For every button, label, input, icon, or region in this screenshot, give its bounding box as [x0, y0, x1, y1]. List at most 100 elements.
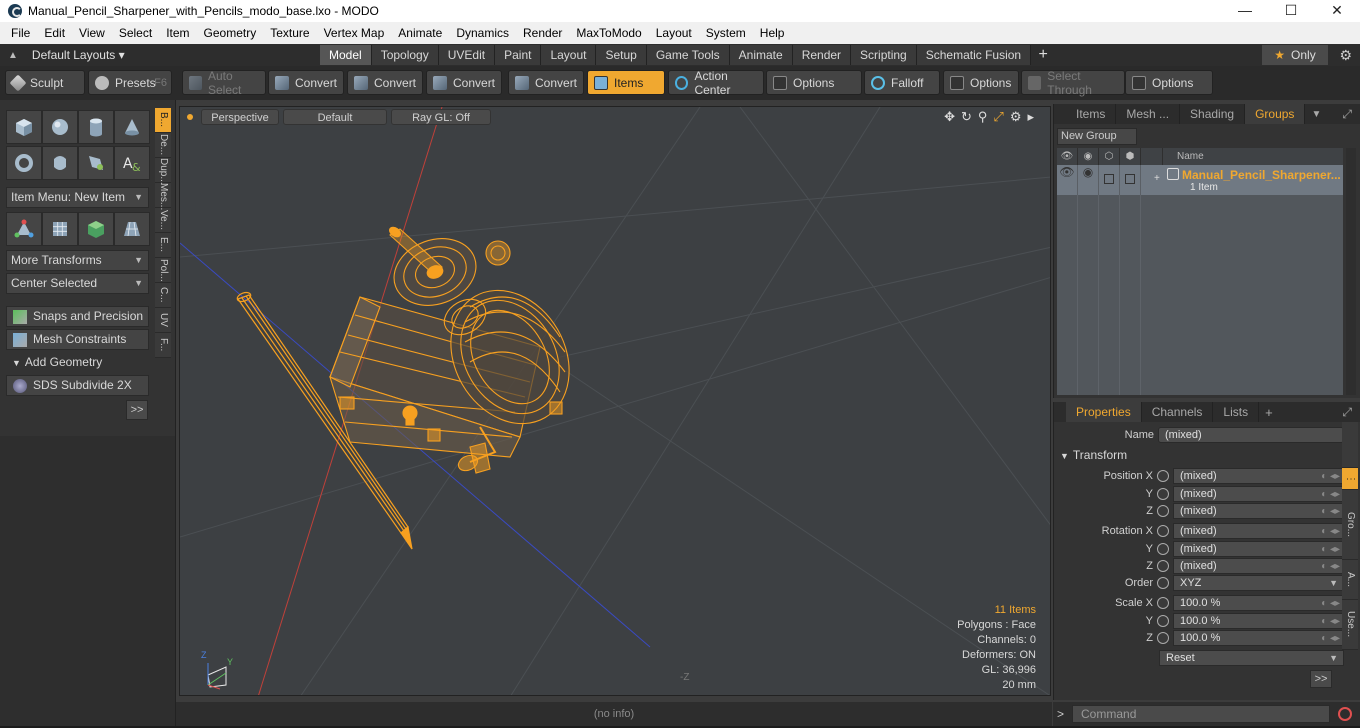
- menu-file[interactable]: File: [4, 26, 37, 40]
- tabs-dropdown-icon[interactable]: ▼: [1311, 109, 1321, 120]
- maximize-button[interactable]: ☐: [1268, 0, 1314, 22]
- animate-key-icon[interactable]: [1157, 542, 1169, 555]
- plane-tool[interactable]: [114, 212, 150, 246]
- groups-scrollbar[interactable]: [1346, 148, 1356, 395]
- tab-paint[interactable]: Paint: [495, 45, 542, 65]
- menu-dynamics[interactable]: Dynamics: [449, 26, 516, 40]
- falloff-options-button[interactable]: Options: [943, 70, 1019, 95]
- menu-edit[interactable]: Edit: [37, 26, 72, 40]
- item-menu-dropdown[interactable]: Item Menu: New Item ▼: [6, 187, 149, 208]
- maximize-viewport-icon[interactable]: ⤢: [993, 109, 1003, 125]
- vtab-curve[interactable]: C...: [155, 283, 171, 308]
- items-mode-button[interactable]: Items: [587, 70, 665, 95]
- animate-key-icon[interactable]: [1157, 487, 1169, 500]
- transform-tool[interactable]: [6, 212, 42, 246]
- cone-tool[interactable]: [114, 110, 150, 144]
- tab-setup[interactable]: Setup: [596, 45, 647, 65]
- close-button[interactable]: ✕: [1314, 0, 1360, 22]
- position-x-field[interactable]: (mixed) ◐ ◂▸: [1173, 467, 1344, 484]
- rotation-x-field[interactable]: (mixed) ◐ ◂▸: [1173, 522, 1344, 539]
- rotate-icon[interactable]: ↻: [961, 109, 972, 125]
- pen-tool[interactable]: [78, 146, 114, 180]
- expand-icon[interactable]: +: [1154, 173, 1160, 184]
- row-select-checkbox[interactable]: [1120, 165, 1141, 195]
- position-y-field[interactable]: (mixed) ◐ ◂▸: [1173, 485, 1344, 502]
- tab-uvedit[interactable]: UVEdit: [438, 45, 496, 65]
- viewport-scene[interactable]: [180, 107, 1051, 696]
- vtab-mesh-edit[interactable]: Mes...: [155, 183, 171, 210]
- menu-maxtomodo[interactable]: MaxToModo: [569, 26, 648, 40]
- select-through-options-button[interactable]: Options: [1125, 70, 1213, 95]
- tab-scripting[interactable]: Scripting: [851, 45, 917, 65]
- tab-model[interactable]: Model: [320, 45, 372, 65]
- expand-panel-icon[interactable]: ⤢: [1342, 107, 1352, 122]
- transform-section[interactable]: ▼ Transform: [1060, 448, 1127, 462]
- vtab-active-marker[interactable]: ⋮: [1342, 468, 1358, 490]
- add-tab-button[interactable]: +: [1031, 45, 1055, 65]
- add-geometry-section[interactable]: ▼ Add Geometry: [6, 352, 149, 372]
- raygl-toggle[interactable]: Ray GL: Off: [391, 109, 491, 125]
- snaps-precision-button[interactable]: Snaps and Precision: [6, 306, 149, 327]
- vtab-user[interactable]: Use...: [1342, 600, 1358, 650]
- tab-groups[interactable]: Groups: [1245, 104, 1306, 124]
- perspective-dropdown[interactable]: Perspective: [201, 109, 279, 125]
- shading-default-dropdown[interactable]: Default: [283, 109, 387, 125]
- tab-mesh[interactable]: Mesh ...: [1116, 104, 1181, 124]
- default-layouts-dropdown[interactable]: ▲ Default Layouts ▾: [0, 48, 320, 62]
- viewport-gear-icon[interactable]: ⚙: [1010, 109, 1022, 125]
- sds-subdivide-button[interactable]: SDS Subdivide 2X: [6, 375, 149, 396]
- animate-key-icon[interactable]: [1157, 614, 1169, 627]
- scale-y-field[interactable]: 100.0 % ◐ ◂▸: [1173, 612, 1344, 629]
- tab-topology[interactable]: Topology: [371, 45, 439, 65]
- sculpt-button[interactable]: Sculpt: [5, 70, 85, 95]
- action-center-options-button[interactable]: Options: [766, 70, 862, 95]
- new-group-button[interactable]: New Group: [1057, 128, 1137, 145]
- viewport-more-icon[interactable]: ▸: [1027, 109, 1034, 125]
- position-z-field[interactable]: (mixed) ◐ ◂▸: [1173, 502, 1344, 519]
- menu-geometry[interactable]: Geometry: [197, 26, 264, 40]
- animate-key-icon[interactable]: [1157, 504, 1169, 517]
- convert-materials-button[interactable]: Convert: [508, 70, 584, 95]
- vtab-uv[interactable]: UV: [155, 308, 171, 333]
- vtab-vertex[interactable]: Ve...: [155, 208, 171, 233]
- animate-key-icon[interactable]: [1157, 559, 1169, 572]
- tab-game-tools[interactable]: Game Tools: [646, 45, 730, 65]
- animate-key-icon[interactable]: [1157, 524, 1169, 537]
- zoom-icon[interactable]: ⚲: [978, 109, 988, 125]
- 3d-viewport[interactable]: Z Y -Z Perspective Default Ray GL: Off ✥…: [179, 106, 1051, 696]
- row-eye-icon[interactable]: 👁: [1057, 165, 1078, 195]
- convert-vertices-button[interactable]: Convert: [268, 70, 344, 95]
- rotation-z-field[interactable]: (mixed) ◐ ◂▸: [1173, 557, 1344, 574]
- expand-panel-icon[interactable]: ⤢: [1342, 405, 1352, 420]
- text-tool[interactable]: A &: [114, 146, 150, 180]
- menu-select[interactable]: Select: [112, 26, 159, 40]
- order-dropdown[interactable]: XYZ ▼: [1173, 574, 1344, 591]
- properties-more-button[interactable]: >>: [1310, 670, 1332, 688]
- collapse-up-icon[interactable]: ▲: [8, 50, 18, 61]
- menu-layout[interactable]: Layout: [649, 26, 699, 40]
- animate-key-icon[interactable]: [1157, 596, 1169, 609]
- command-input[interactable]: Command: [1072, 705, 1331, 723]
- tab-items[interactable]: Items: [1066, 104, 1117, 124]
- vtab-groups[interactable]: Gro...: [1342, 490, 1358, 560]
- mesh-cube-tool[interactable]: [78, 212, 114, 246]
- viewport-menu-dot-icon[interactable]: [187, 114, 193, 120]
- tab-layout[interactable]: Layout: [541, 45, 597, 65]
- grid-tool[interactable]: [42, 212, 78, 246]
- vtab-duplicate[interactable]: Dup...: [155, 158, 171, 185]
- menu-view[interactable]: View: [72, 26, 112, 40]
- gear-icon[interactable]: ⚙: [1339, 45, 1352, 65]
- menu-system[interactable]: System: [699, 26, 753, 40]
- name-field[interactable]: (mixed): [1158, 426, 1344, 443]
- row-lock-checkbox[interactable]: [1099, 165, 1120, 195]
- tab-lists[interactable]: Lists: [1213, 402, 1260, 422]
- menu-item[interactable]: Item: [159, 26, 196, 40]
- convert-edges-button[interactable]: Convert: [347, 70, 423, 95]
- tab-render[interactable]: Render: [792, 45, 852, 65]
- add-tab-icon[interactable]: +: [1265, 405, 1273, 420]
- group-row[interactable]: 👁 ◉ + Manual_Pencil_Sharpener... 1 Item: [1057, 165, 1343, 195]
- minimize-button[interactable]: —: [1222, 0, 1268, 22]
- vtab-edge[interactable]: E...: [155, 233, 171, 258]
- tab-properties[interactable]: Properties: [1066, 402, 1142, 422]
- auto-select-button[interactable]: Auto Select: [182, 69, 266, 97]
